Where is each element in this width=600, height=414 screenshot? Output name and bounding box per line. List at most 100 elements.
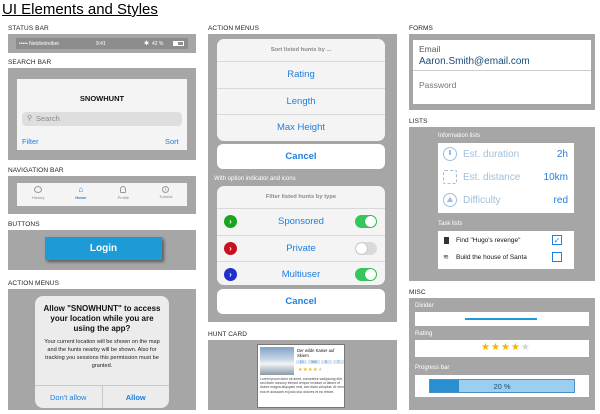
sort-option-length[interactable]: Length bbox=[217, 87, 385, 115]
private-toggle[interactable] bbox=[355, 241, 377, 255]
info-row-distance: Est. distance 10km bbox=[438, 166, 574, 189]
form-container: Email Aaron.Smith@email.com Password bbox=[413, 40, 591, 104]
filter-button[interactable]: Filter bbox=[22, 137, 39, 146]
clock-icon bbox=[443, 147, 457, 161]
multiuser-toggle[interactable] bbox=[355, 268, 377, 281]
chevron-right-icon: › bbox=[224, 215, 237, 228]
star-icon[interactable]: ★ bbox=[491, 342, 501, 353]
sort-option-max-height[interactable]: Max Height bbox=[217, 114, 385, 141]
navigation-bar-panel: History ⌂ Home Profile i Tutorial bbox=[8, 176, 196, 214]
tab-profile[interactable]: Profile bbox=[102, 183, 145, 206]
divider-label: Divider bbox=[415, 303, 434, 309]
tab-tutorial[interactable]: i Tutorial bbox=[145, 183, 188, 206]
rating-stars[interactable]: ★★★★★ bbox=[481, 342, 531, 353]
buttons-label: BUTTONS bbox=[8, 221, 40, 228]
search-icon: ⚲ bbox=[27, 115, 33, 122]
search-bar-label: SEARCH BAR bbox=[8, 59, 52, 66]
sponsored-toggle[interactable] bbox=[355, 215, 377, 228]
progress-box: 20 % bbox=[415, 375, 589, 397]
sort-option-rating[interactable]: Rating bbox=[217, 61, 385, 88]
chevron-right-icon: › bbox=[224, 268, 237, 281]
filter-cancel-button[interactable]: Cancel bbox=[217, 289, 385, 314]
star-icon[interactable]: ★ bbox=[481, 342, 491, 353]
status-battery: 42 % bbox=[152, 41, 164, 47]
alert-panel: Allow "SNOWHUNT" to access your location… bbox=[8, 289, 196, 410]
hunt-image bbox=[260, 347, 294, 375]
divider bbox=[465, 318, 537, 320]
hunt-card-label: HUNT CARD bbox=[208, 331, 248, 338]
status-bar-label: STATUS BAR bbox=[8, 25, 49, 32]
login-button[interactable]: Login bbox=[45, 237, 162, 260]
action-sheets-panel: Sort listed hunts by ... Rating Length M… bbox=[208, 34, 397, 322]
tab-history[interactable]: History bbox=[17, 183, 60, 206]
star-icon[interactable]: ★ bbox=[501, 342, 511, 353]
sort-sheet-header: Sort listed hunts by ... bbox=[270, 47, 332, 53]
tab-label: Home bbox=[75, 195, 87, 200]
search-placeholder: Search bbox=[36, 114, 60, 123]
filter-sheet-header: Filter listed hunts by type bbox=[265, 194, 337, 200]
task-row[interactable]: Find "Hugo's revenge" ✓ bbox=[438, 234, 574, 249]
info-row-duration: Est. duration 2h bbox=[438, 143, 574, 166]
history-icon bbox=[34, 186, 43, 193]
star-icon: ★ bbox=[317, 367, 323, 373]
action-menus-mid-label: ACTION MENUS bbox=[208, 25, 260, 32]
action-menus-label: ACTION MENUS bbox=[8, 280, 60, 287]
sort-sheet: Sort listed hunts by ... Rating Length M… bbox=[217, 39, 385, 141]
rating-box: ★★★★★ bbox=[415, 340, 589, 357]
task-row[interactable]: ≋ Build the house of Santa bbox=[438, 251, 574, 266]
rating-label: Rating bbox=[415, 331, 433, 337]
info-label: Difficulty bbox=[463, 195, 501, 206]
hunt-title: Der wilde Kaiser auf Skiern bbox=[297, 348, 335, 359]
status-time: 9:41 bbox=[96, 41, 106, 47]
misc-label: MISC bbox=[409, 289, 426, 296]
info-value: 2h bbox=[556, 149, 568, 160]
hunt-stat: 5 bbox=[320, 360, 332, 364]
hunt-stat: 7 bbox=[332, 360, 344, 364]
sort-cancel-button[interactable]: Cancel bbox=[217, 144, 385, 169]
hunt-stat: 360 bbox=[308, 360, 320, 364]
status-bar: ••••• Netzbetreiber 9:41 ✱ 42 % bbox=[16, 38, 188, 49]
filter-option-multiuser[interactable]: › Multiuser bbox=[217, 261, 385, 285]
home-icon: ⌂ bbox=[78, 185, 84, 194]
bookmark-icon bbox=[444, 237, 449, 244]
search-input[interactable]: ⚲ Search bbox=[22, 112, 182, 126]
tab-label: History bbox=[32, 195, 45, 200]
dont-allow-button[interactable]: Don't allow bbox=[35, 386, 103, 408]
page-title: UI Elements and Styles bbox=[2, 1, 158, 18]
info-label: Est. duration bbox=[463, 149, 520, 160]
filter-option-label: Sponsored bbox=[278, 216, 324, 228]
info-value: 10km bbox=[543, 172, 568, 183]
sort-button[interactable]: Sort bbox=[165, 137, 179, 146]
star-icon[interactable]: ★ bbox=[521, 342, 531, 353]
layers-icon: ≋ bbox=[443, 254, 449, 261]
status-carrier: ••••• Netzbetreiber bbox=[19, 41, 60, 47]
password-placeholder: Password bbox=[419, 80, 457, 90]
buttons-panel: Login bbox=[8, 230, 196, 270]
tab-home[interactable]: ⌂ Home bbox=[60, 183, 103, 206]
info-list: Est. duration 2h Est. distance 10km ⛰ Di… bbox=[438, 143, 574, 213]
task-checkbox[interactable] bbox=[552, 252, 562, 262]
tab-label: Tutorial bbox=[159, 194, 173, 199]
allow-button[interactable]: Allow bbox=[103, 386, 170, 408]
filter-option-private[interactable]: › Private bbox=[217, 234, 385, 262]
password-field[interactable]: Password bbox=[413, 72, 591, 103]
forms-label: FORMS bbox=[409, 25, 433, 32]
hunt-rating: ★★★★★ bbox=[298, 367, 323, 373]
tab-bar: History ⌂ Home Profile i Tutorial bbox=[17, 183, 187, 206]
hunt-stat: 10 bbox=[296, 360, 308, 364]
misc-panel: Divider Rating ★★★★★ Progress bar 20 % bbox=[409, 298, 595, 410]
alert-title: Allow "SNOWHUNT" to access your location… bbox=[43, 304, 161, 333]
progress-label: Progress bar bbox=[415, 365, 450, 371]
filter-option-label: Private bbox=[286, 242, 316, 254]
hunt-card[interactable]: Der wilde Kaiser auf Skiern 10 360 5 7 ★… bbox=[257, 344, 345, 408]
bluetooth-icon: ✱ bbox=[144, 41, 150, 47]
email-field[interactable]: Email Aaron.Smith@email.com bbox=[413, 40, 591, 71]
star-icon[interactable]: ★ bbox=[511, 342, 521, 353]
task-checkbox-checked[interactable]: ✓ bbox=[552, 235, 562, 245]
info-list-title: Information lists bbox=[438, 133, 481, 139]
hunt-description: Lorem ipsum dolor sit amet, consetetur s… bbox=[260, 377, 344, 394]
task-list: Find "Hugo's revenge" ✓ ≋ Build the hous… bbox=[438, 231, 574, 269]
lists-label: LISTS bbox=[409, 118, 428, 125]
email-value: Aaron.Smith@email.com bbox=[419, 56, 530, 67]
filter-option-sponsored[interactable]: › Sponsored bbox=[217, 208, 385, 235]
